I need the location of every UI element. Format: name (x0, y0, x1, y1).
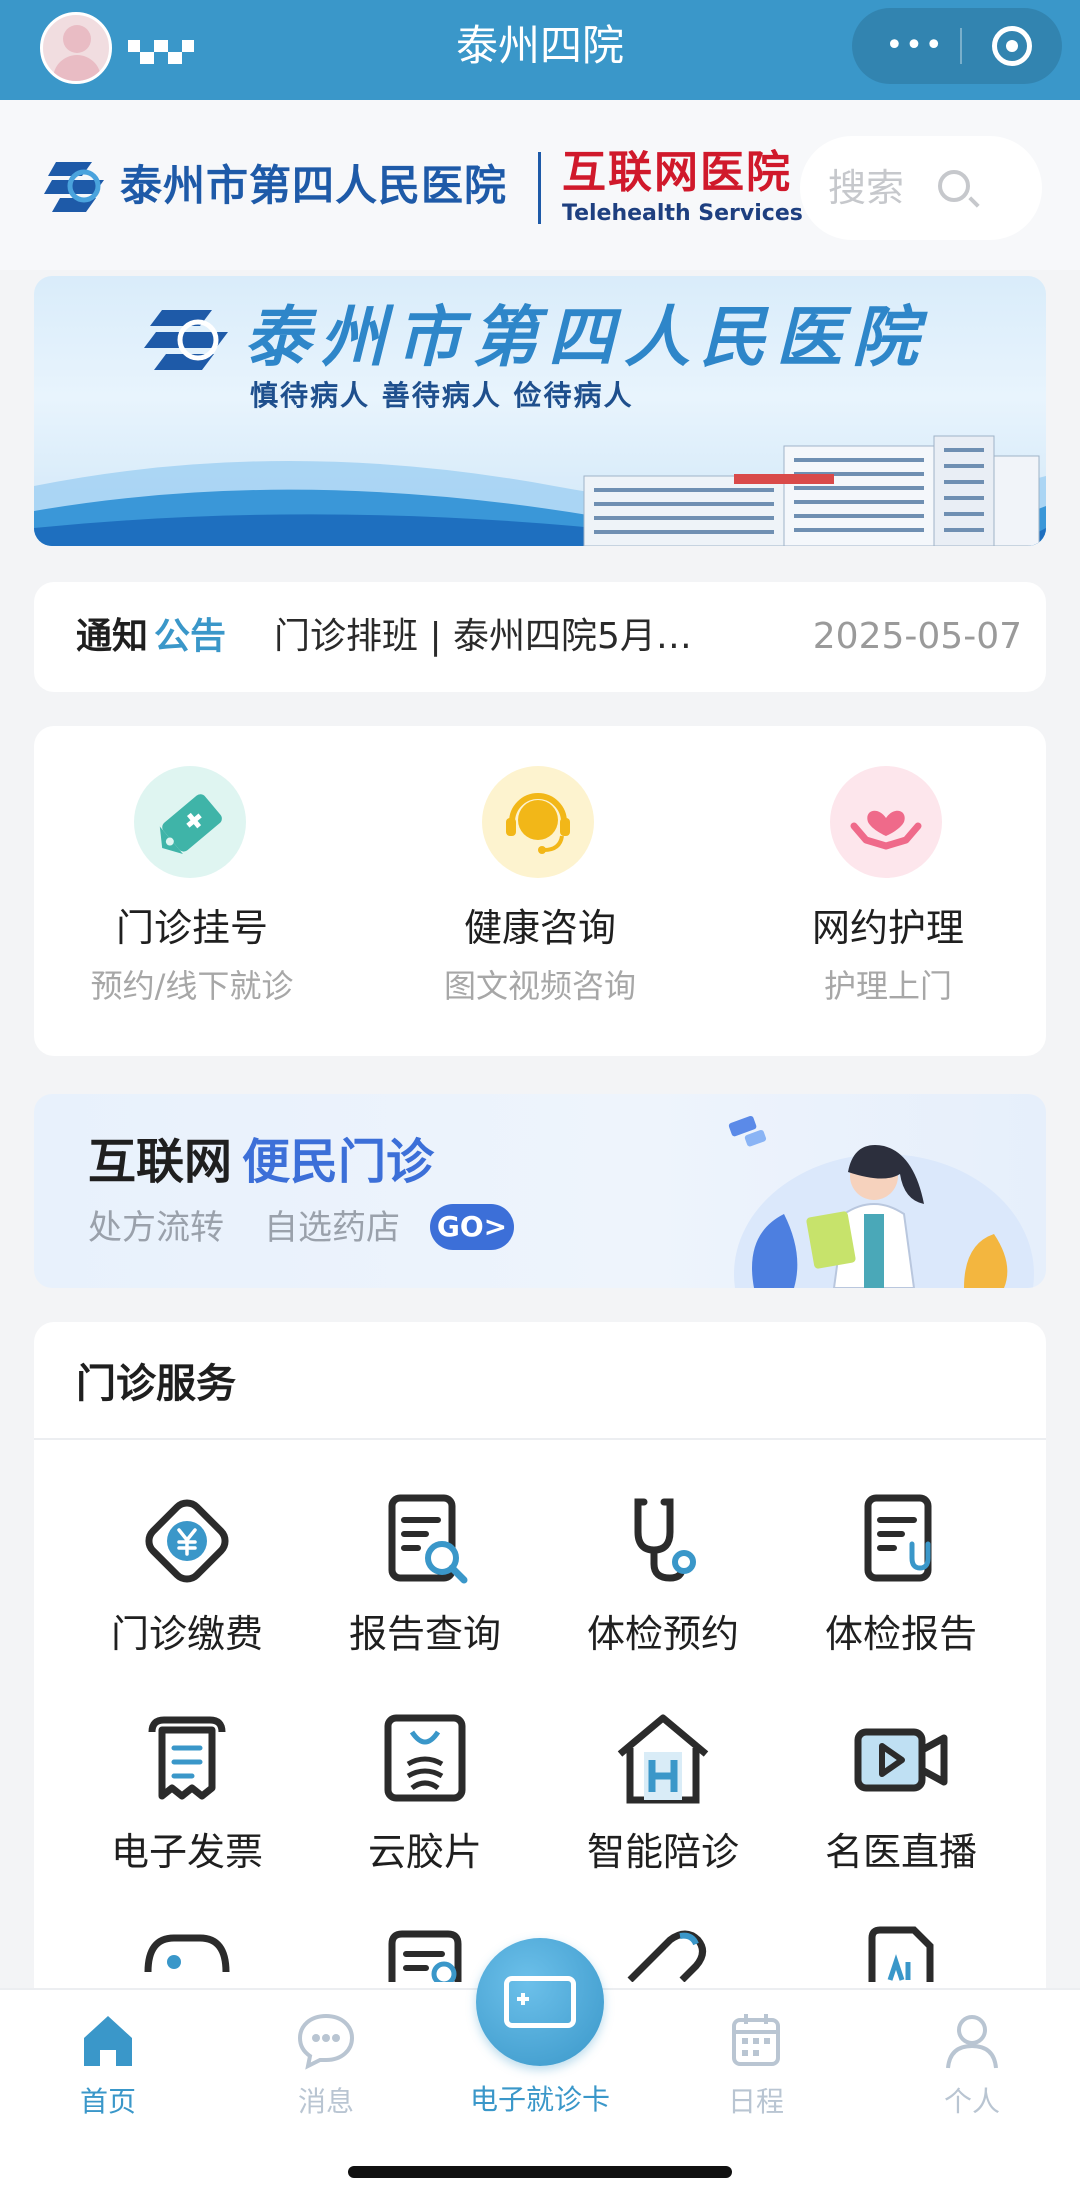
username-masked (128, 36, 198, 66)
hospital-banner[interactable]: 泰州市第四人民医院 慎待病人 善待病人 俭待病人 (34, 276, 1046, 546)
service-label: 门诊缴费 (110, 1612, 263, 1656)
tab-home[interactable]: 首页 (28, 2010, 188, 2140)
service-label: 报告查询 (348, 1612, 501, 1656)
video-camera-icon (854, 1728, 948, 1792)
tab-schedule[interactable]: 日程 (676, 2010, 836, 2140)
xray-film-icon (384, 1714, 466, 1802)
service-label: 名医直播 (824, 1830, 977, 1874)
calendar-icon (732, 2014, 780, 2066)
exam-report-icon (864, 1494, 932, 1582)
hospital-header: 泰州市第四人民医院 互联网医院 Telehealth Services 搜索 (0, 100, 1080, 270)
service-checkup-booking[interactable]: 体检预约 (544, 1488, 782, 1678)
tab-messages[interactable]: 消息 (246, 2010, 406, 2140)
receipt-icon (148, 1716, 226, 1800)
outpatient-services-card: 门诊服务 门诊缴费 报告查询 体检预约 体检报告 电子发票 云胶片 智能陪诊 名… (34, 1322, 1046, 2042)
entry-health-consult[interactable]: 健康咨询 图文视频咨询 (382, 766, 698, 1026)
promo-title-b: 便民门诊 (242, 1134, 435, 1190)
promo-title-a: 互联网 (88, 1134, 233, 1190)
search-placeholder: 搜索 (828, 166, 905, 210)
tab-label: 首页 (79, 2085, 136, 2118)
game-controller-icon[interactable] (134, 1922, 240, 1982)
entry-label: 健康咨询 (463, 906, 616, 950)
headset-icon (482, 766, 594, 878)
close-target-icon[interactable] (992, 26, 1032, 66)
heart-hands-icon (830, 766, 942, 878)
promo-sub-b: 自选药店 (264, 1208, 400, 1248)
search-icon (938, 170, 970, 202)
user-avatar[interactable] (40, 12, 112, 84)
hospital-logo-icon (44, 162, 104, 212)
ai-document-icon[interactable] (848, 1922, 954, 1982)
e-card-button[interactable] (476, 1938, 604, 2066)
notice-bar[interactable]: 通知 公告 门诊排班 | 泰州四院5月… 2025-05-07 (34, 582, 1046, 692)
banner-slogan: 慎待病人 善待病人 俭待病人 (250, 379, 634, 412)
service-label: 体检预约 (586, 1612, 739, 1656)
price-tag-icon (134, 766, 246, 878)
service-label: 智能陪诊 (586, 1830, 739, 1874)
e-card-label: 电子就诊卡 (469, 2083, 610, 2116)
stethoscope-icon (634, 1498, 696, 1582)
header-divider (538, 152, 541, 224)
entry-registration[interactable]: 门诊挂号 预约/线下就诊 (34, 766, 350, 1026)
person-icon (946, 2015, 998, 2069)
service-outpatient-payment[interactable]: 门诊缴费 (68, 1488, 306, 1678)
miniprogram-capsule: ••• (852, 8, 1062, 84)
entry-label: 门诊挂号 (115, 906, 268, 950)
internet-hospital-subtitle: Telehealth Services (562, 201, 803, 226)
service-label: 电子发票 (110, 1830, 263, 1874)
notice-text[interactable]: 门诊排班 | 泰州四院5月… (274, 612, 764, 662)
more-menu-icon[interactable]: ••• (880, 26, 950, 66)
tab-label: 个人 (943, 2085, 1000, 2118)
service-doctor-live[interactable]: 名医直播 (782, 1706, 1020, 1896)
search-box[interactable]: 搜索 (800, 136, 1042, 240)
service-cloud-film[interactable]: 云胶片 (306, 1706, 544, 1896)
entry-online-nursing[interactable]: 网约护理 护理上门 (730, 766, 1046, 1026)
doctor-illustration (728, 1115, 1034, 1288)
service-report-query[interactable]: 报告查询 (306, 1488, 544, 1678)
entry-label: 网约护理 (811, 906, 964, 950)
main-entries-card: 门诊挂号 预约/线下就诊 健康咨询 图文视频咨询 网约护理 护理上门 (34, 726, 1046, 1056)
section-heading: 门诊服务 (76, 1361, 236, 1407)
convenience-clinic-banner[interactable]: 互联网 便民门诊 处方流转 自选药店 GO> (34, 1094, 1046, 1288)
tab-label: 消息 (297, 2085, 354, 2118)
page-title: 泰州四院 (455, 21, 624, 70)
yuan-payment-icon (145, 1499, 229, 1583)
chat-bubble-icon (297, 2013, 355, 2070)
document-chat-icon[interactable] (372, 1922, 478, 1982)
entry-sublabel: 护理上门 (823, 967, 952, 1005)
promo-sub-a: 处方流转 (88, 1208, 224, 1248)
home-icon (84, 2016, 132, 2066)
hospital-name: 泰州市第四人民医院 (120, 161, 508, 210)
announcement-label: 公告 (154, 616, 227, 657)
pill-icon[interactable] (610, 1922, 716, 1982)
section-divider (34, 1438, 1046, 1440)
go-button[interactable]: GO> (430, 1204, 514, 1250)
top-bar: 泰州四院 ••• (0, 0, 1080, 100)
tab-profile[interactable]: 个人 (892, 2010, 1052, 2140)
notice-label: 通知 (76, 616, 149, 657)
tab-label: 日程 (727, 2085, 784, 2118)
hospital-house-icon (617, 1714, 709, 1804)
notice-date: 2025-05-07 (812, 616, 1022, 657)
service-label: 体检报告 (824, 1612, 977, 1656)
internet-hospital-title: 互联网医院 (562, 147, 792, 198)
service-label: 云胶片 (367, 1830, 482, 1874)
medical-card-icon (504, 1976, 576, 2028)
banner-logo-icon (144, 310, 228, 370)
hospital-building-image (583, 435, 1040, 546)
service-checkup-report[interactable]: 体检报告 (782, 1488, 1020, 1678)
report-search-icon (388, 1494, 468, 1584)
banner-title: 泰州市第四人民医院 (244, 298, 928, 376)
service-e-invoice[interactable]: 电子发票 (68, 1706, 306, 1896)
home-indicator (348, 2166, 732, 2178)
service-smart-escort[interactable]: 智能陪诊 (544, 1706, 782, 1896)
entry-sublabel: 预约/线下就诊 (90, 967, 294, 1005)
entry-sublabel: 图文视频咨询 (443, 967, 636, 1005)
